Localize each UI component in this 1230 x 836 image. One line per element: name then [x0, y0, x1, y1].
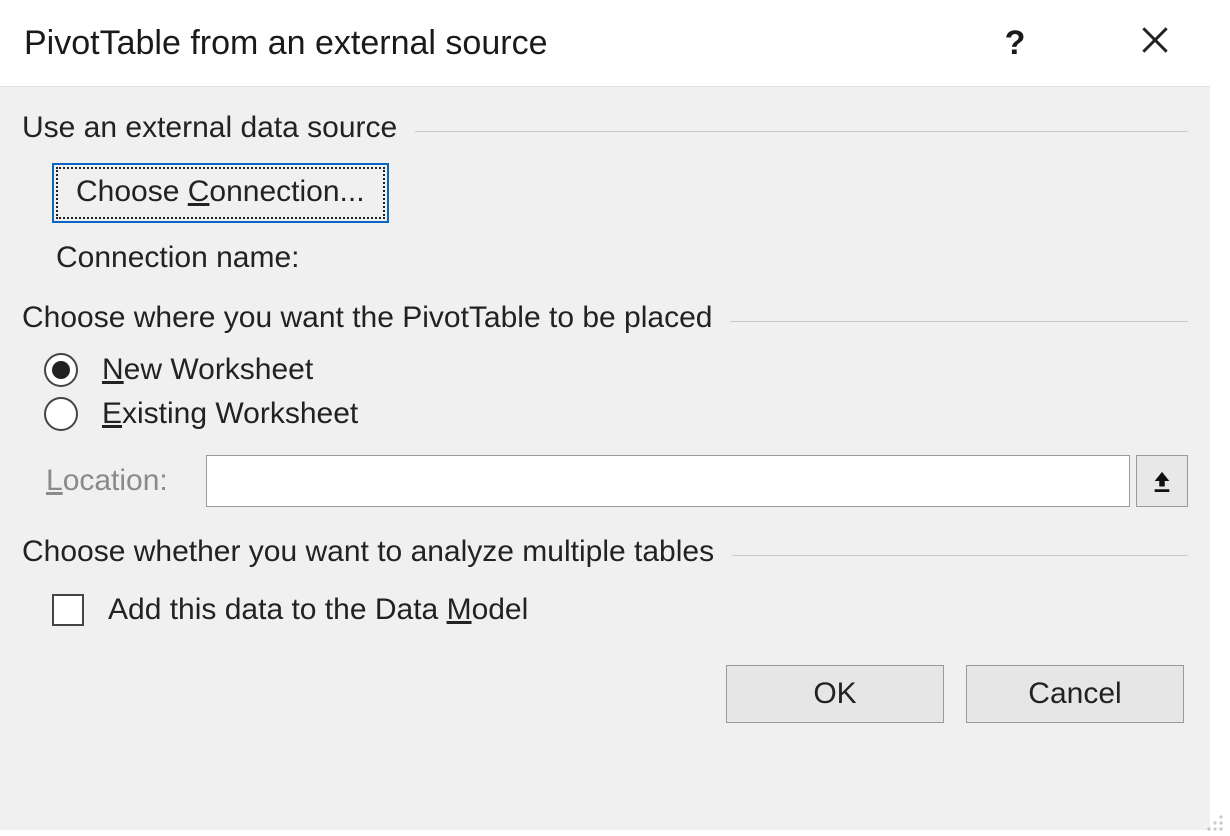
group-header-analyze: Choose whether you want to analyze multi… — [22, 535, 1188, 569]
help-button[interactable]: ? — [980, 24, 1050, 63]
pivottable-external-dialog: PivotTable from an external source ? Use… — [0, 0, 1210, 830]
group-label-data-source: Use an external data source — [22, 111, 397, 145]
checkbox-label: Add this data to the Data Model — [108, 593, 528, 627]
checkbox-data-model[interactable]: Add this data to the Data Model — [52, 593, 1188, 627]
choose-connection-button[interactable]: Choose Connection... — [52, 163, 389, 223]
connection-name-label: Connection name: — [56, 241, 1188, 275]
collapse-dialog-button[interactable] — [1136, 455, 1188, 507]
close-button[interactable] — [1120, 24, 1190, 63]
radio-existing-worksheet[interactable]: Existing Worksheet — [44, 397, 1188, 431]
radio-label-new: New Worksheet — [102, 353, 313, 387]
close-icon — [1141, 26, 1169, 54]
radio-label-existing: Existing Worksheet — [102, 397, 358, 431]
dialog-body: Use an external data source Choose Conne… — [0, 86, 1210, 830]
cancel-button[interactable]: Cancel — [966, 665, 1184, 723]
checkbox-icon — [52, 594, 84, 626]
location-label: Location: — [46, 464, 206, 498]
ok-button[interactable]: OK — [726, 665, 944, 723]
divider — [732, 555, 1188, 556]
radio-icon — [44, 353, 78, 387]
divider — [415, 131, 1188, 132]
group-header-placement: Choose where you want the PivotTable to … — [22, 301, 1188, 335]
dialog-footer: OK Cancel — [22, 665, 1188, 723]
location-input[interactable] — [206, 455, 1130, 507]
collapse-icon — [1151, 468, 1173, 494]
location-row: Location: — [46, 455, 1188, 507]
divider — [730, 321, 1188, 322]
group-label-analyze: Choose whether you want to analyze multi… — [22, 535, 714, 569]
resize-grip-icon[interactable] — [1206, 814, 1224, 832]
group-header-data-source: Use an external data source — [22, 111, 1188, 145]
titlebar: PivotTable from an external source ? — [0, 0, 1210, 86]
group-label-placement: Choose where you want the PivotTable to … — [22, 301, 712, 335]
dialog-title: PivotTable from an external source — [24, 24, 980, 63]
radio-icon — [44, 397, 78, 431]
radio-new-worksheet[interactable]: New Worksheet — [44, 353, 1188, 387]
